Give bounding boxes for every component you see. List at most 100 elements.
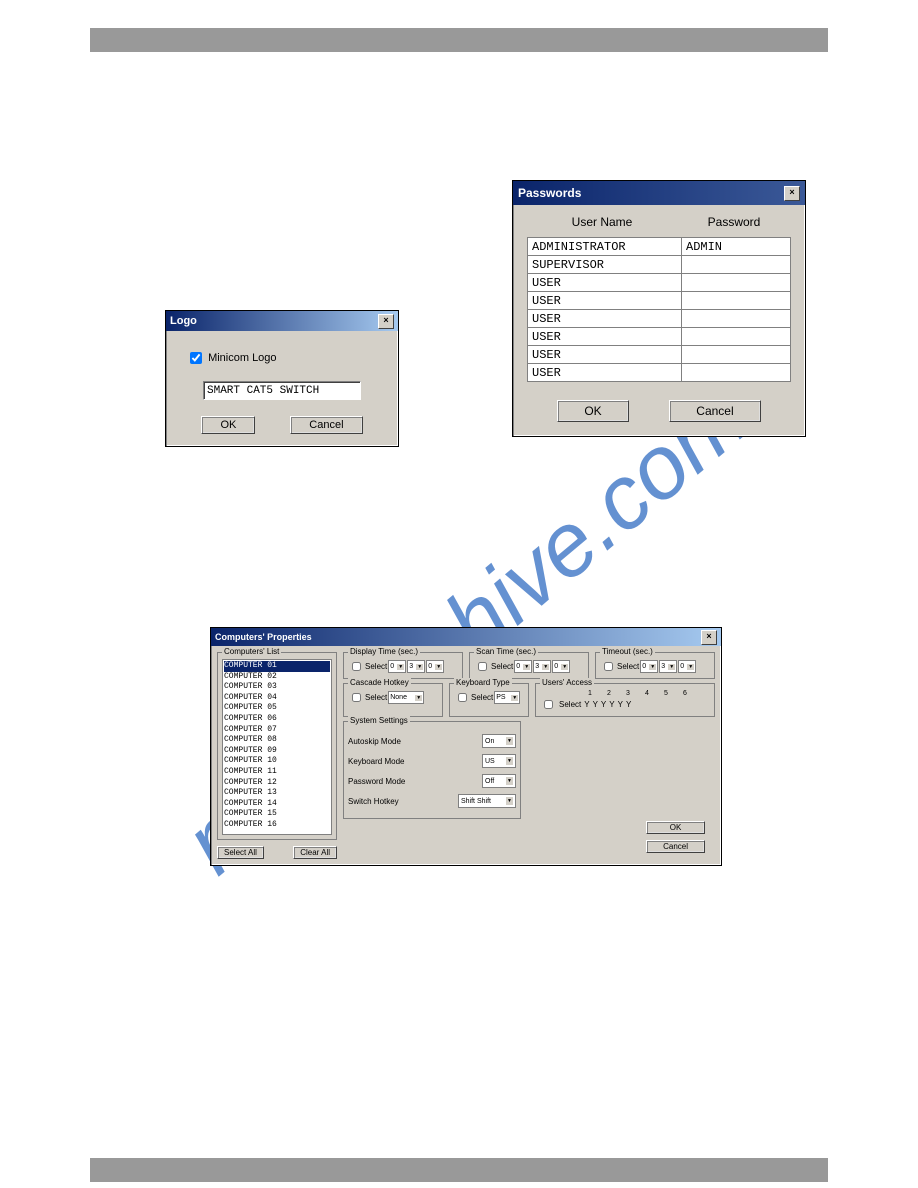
list-item[interactable]: COMPUTER 10: [224, 756, 330, 767]
pw-cell[interactable]: [682, 364, 791, 382]
computers-title: Computers' Properties: [215, 632, 312, 642]
cancel-button[interactable]: Cancel: [669, 400, 760, 422]
user-cell[interactable]: USER: [528, 364, 682, 382]
scan-time-select-checkbox[interactable]: [478, 662, 487, 671]
pw-cell[interactable]: [682, 310, 791, 328]
scan-time-d1[interactable]: 0: [514, 660, 532, 673]
list-item[interactable]: COMPUTER 16: [224, 820, 330, 831]
kbtype-dropdown[interactable]: PS: [494, 691, 520, 704]
minicom-logo-checkbox[interactable]: [190, 352, 202, 364]
kbtype-select-checkbox[interactable]: [458, 693, 467, 702]
passwords-table: ADMINISTRATORADMIN SUPERVISOR USER USER …: [527, 237, 791, 382]
timeout-select-checkbox[interactable]: [604, 662, 613, 671]
switchhk-dropdown[interactable]: Shift Shift: [458, 794, 516, 808]
list-item[interactable]: COMPUTER 11: [224, 767, 330, 778]
ua-col-4: 4: [639, 690, 655, 697]
ok-button[interactable]: OK: [557, 400, 628, 422]
passwords-dialog: Passwords × User Name Password ADMINISTR…: [512, 180, 806, 437]
kbmode-label: Keyboard Mode: [348, 757, 404, 766]
display-time-d3[interactable]: 0: [426, 660, 444, 673]
system-settings-title: System Settings: [348, 716, 410, 725]
list-item[interactable]: COMPUTER 05: [224, 703, 330, 714]
list-item[interactable]: COMPUTER 09: [224, 746, 330, 757]
kbmode-dropdown[interactable]: US: [482, 754, 516, 768]
switchhk-label: Switch Hotkey: [348, 797, 399, 806]
user-cell[interactable]: USER: [528, 292, 682, 310]
pw-cell[interactable]: [682, 274, 791, 292]
logo-titlebar: Logo ×: [166, 311, 398, 331]
display-time-d1[interactable]: 0: [388, 660, 406, 673]
display-time-select-checkbox[interactable]: [352, 662, 361, 671]
computers-titlebar: Computers' Properties ×: [211, 628, 721, 646]
close-icon[interactable]: ×: [701, 630, 717, 645]
passwords-title: Passwords: [518, 186, 581, 200]
list-item[interactable]: COMPUTER 08: [224, 735, 330, 746]
ua-col-6: 6: [677, 690, 693, 697]
user-cell[interactable]: USER: [528, 346, 682, 364]
display-time-group: Display Time (sec.) Select 0 3 0: [343, 652, 463, 679]
list-item[interactable]: COMPUTER 04: [224, 693, 330, 704]
logo-dialog: Logo × Minicom Logo OK Cancel: [165, 310, 399, 447]
ua-dd-2[interactable]: Y: [593, 700, 598, 709]
computers-list-group: Computers' List COMPUTER 01 COMPUTER 02 …: [217, 652, 337, 840]
timeout-title: Timeout (sec.): [600, 647, 655, 656]
clear-all-button[interactable]: Clear All: [293, 846, 337, 859]
ua-dd-4[interactable]: Y: [609, 700, 614, 709]
cascade-dropdown[interactable]: None: [388, 691, 424, 704]
computers-listbox[interactable]: COMPUTER 01 COMPUTER 02 COMPUTER 03 COMP…: [222, 659, 332, 835]
select-label: Select: [365, 662, 387, 671]
timeout-d1[interactable]: 0: [640, 660, 658, 673]
scan-time-group: Scan Time (sec.) Select 0 3 0: [469, 652, 589, 679]
select-label: Select: [491, 662, 513, 671]
logo-title: Logo: [170, 315, 197, 327]
ua-dd-5[interactable]: Y: [618, 700, 623, 709]
list-item[interactable]: COMPUTER 13: [224, 788, 330, 799]
ok-button[interactable]: OK: [201, 416, 255, 434]
close-icon[interactable]: ×: [784, 186, 800, 201]
list-item[interactable]: COMPUTER 07: [224, 725, 330, 736]
user-cell[interactable]: USER: [528, 274, 682, 292]
display-time-title: Display Time (sec.): [348, 647, 420, 656]
list-item[interactable]: COMPUTER 03: [224, 682, 330, 693]
user-cell[interactable]: SUPERVISOR: [528, 256, 682, 274]
ok-button[interactable]: OK: [646, 821, 705, 834]
pwmode-dropdown[interactable]: Off: [482, 774, 516, 788]
ua-col-3: 3: [620, 690, 636, 697]
pw-cell[interactable]: [682, 346, 791, 364]
list-item[interactable]: COMPUTER 15: [224, 809, 330, 820]
timeout-d3[interactable]: 0: [678, 660, 696, 673]
display-time-d2[interactable]: 3: [407, 660, 425, 673]
cancel-button[interactable]: Cancel: [646, 840, 705, 853]
page-header-bar: [90, 28, 828, 52]
autoskip-dropdown[interactable]: On: [482, 734, 516, 748]
pw-cell[interactable]: ADMIN: [682, 238, 791, 256]
ua-dd-3[interactable]: Y: [601, 700, 606, 709]
list-item[interactable]: COMPUTER 14: [224, 799, 330, 810]
pw-cell[interactable]: [682, 292, 791, 310]
pw-cell[interactable]: [682, 328, 791, 346]
user-cell[interactable]: USER: [528, 310, 682, 328]
ua-dd-6[interactable]: Y: [626, 700, 631, 709]
select-all-button[interactable]: Select All: [217, 846, 264, 859]
scan-time-d2[interactable]: 3: [533, 660, 551, 673]
list-item[interactable]: COMPUTER 01: [224, 661, 330, 672]
close-icon[interactable]: ×: [378, 314, 394, 329]
list-item[interactable]: COMPUTER 02: [224, 672, 330, 683]
cascade-title: Cascade Hotkey: [348, 678, 411, 687]
scan-time-d3[interactable]: 0: [552, 660, 570, 673]
select-label: Select: [559, 700, 581, 709]
timeout-d2[interactable]: 3: [659, 660, 677, 673]
logo-text-input[interactable]: [203, 381, 361, 400]
user-cell[interactable]: ADMINISTRATOR: [528, 238, 682, 256]
list-item[interactable]: COMPUTER 12: [224, 778, 330, 789]
ua-dd-1[interactable]: Y: [584, 700, 589, 709]
select-label: Select: [471, 693, 493, 702]
user-cell[interactable]: USER: [528, 328, 682, 346]
cancel-button[interactable]: Cancel: [290, 416, 362, 434]
cascade-select-checkbox[interactable]: [352, 693, 361, 702]
keyboard-type-title: Keyboard Type: [454, 678, 512, 687]
pw-cell[interactable]: [682, 256, 791, 274]
ua-select-checkbox[interactable]: [544, 700, 553, 709]
computers-list-title: Computers' List: [222, 647, 281, 656]
list-item[interactable]: COMPUTER 06: [224, 714, 330, 725]
